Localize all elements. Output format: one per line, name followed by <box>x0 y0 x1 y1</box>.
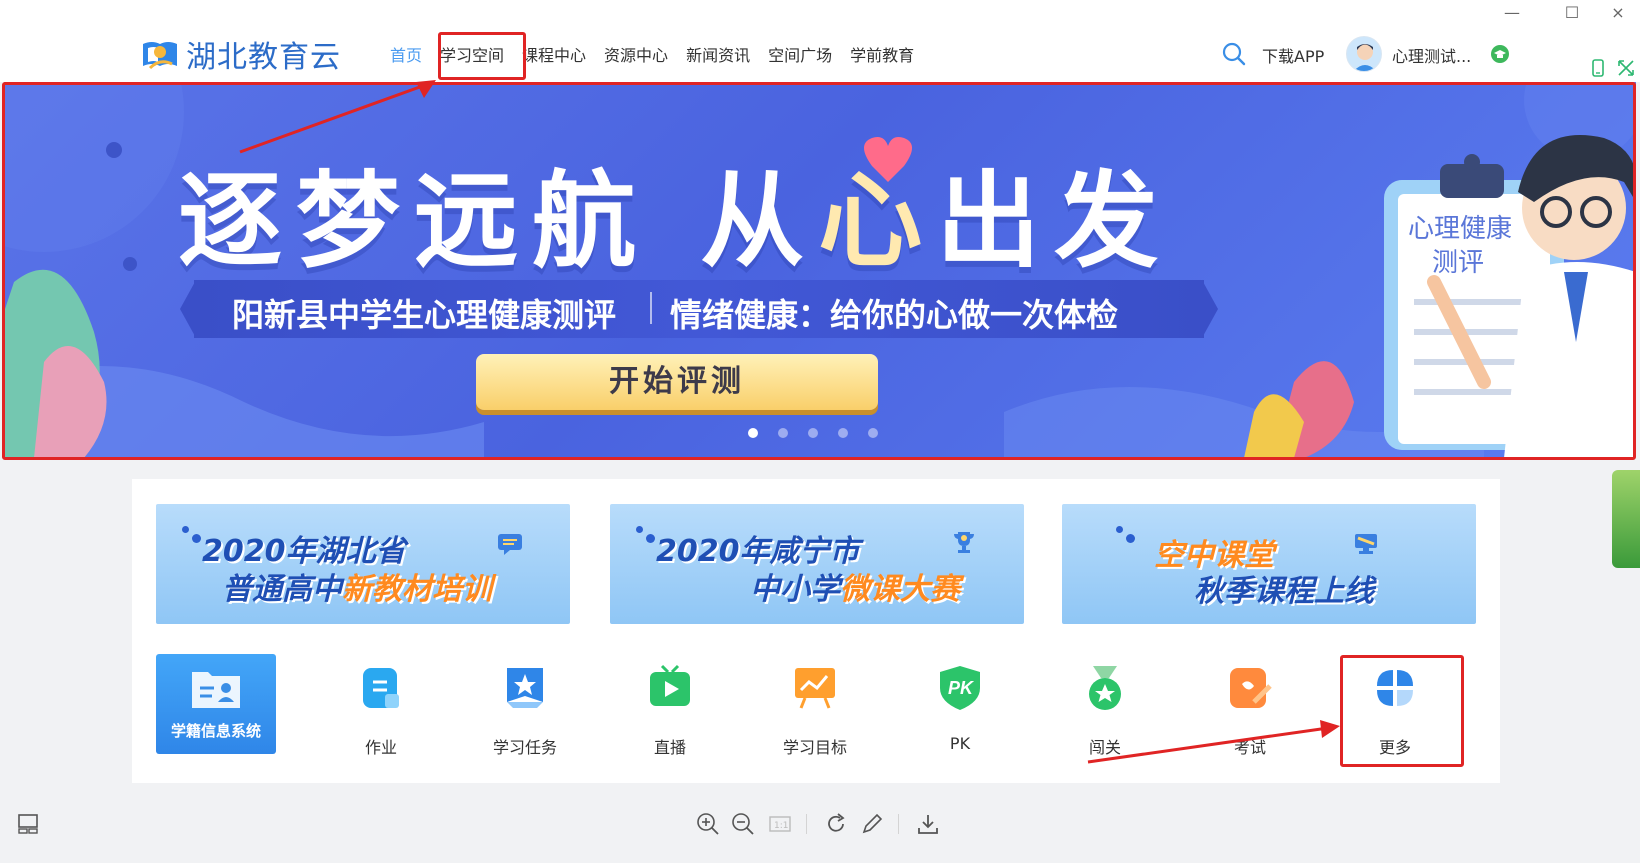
promo-dot <box>1126 534 1135 543</box>
site-logo[interactable]: 湖北教育云 <box>140 34 341 75</box>
promo-dot <box>636 526 643 533</box>
nav-preschool[interactable]: 学前教育 <box>850 42 914 66</box>
trophy-icon <box>954 532 974 553</box>
mobile-view-icon[interactable] <box>1588 58 1608 78</box>
promo1-line2a: 普通高中 <box>222 572 342 607</box>
toolbar-divider <box>898 814 899 834</box>
graduation-cap-icon[interactable] <box>1490 44 1510 64</box>
app-pk[interactable]: PK PK <box>900 656 1020 756</box>
maximize-button[interactable]: ☐ <box>1560 2 1584 24</box>
ribbon-text-left: 阳新县中学生心理健康测评 <box>232 296 617 334</box>
promo-dot <box>646 534 655 543</box>
promo-hubei-training[interactable]: 2020年湖北省 普通高中新教材培训 <box>156 504 570 624</box>
promo1-line2b: 新教材培训 <box>342 572 492 607</box>
rotate-icon[interactable] <box>824 812 848 836</box>
app-learning-goal[interactable]: 学习目标 <box>755 656 875 757</box>
window-titlebar: — ☐ × <box>0 0 1640 26</box>
app-label: 直播 <box>653 738 686 757</box>
clipboard-title: 心理健康 <box>1408 214 1513 244</box>
promo-xianning-contest[interactable]: 2020年咸宁市 中小学微课大赛 <box>610 504 1024 624</box>
logo-book-icon <box>143 42 177 70</box>
thumbnail-panel-icon[interactable] <box>16 812 40 836</box>
app-learning-task[interactable]: 学习任务 <box>465 656 585 757</box>
id-card-icon <box>192 672 240 708</box>
carousel-dot-5[interactable] <box>868 428 878 438</box>
svg-text:1:1: 1:1 <box>774 821 788 831</box>
promo2-line2: 中小学微课大赛 <box>750 564 960 608</box>
carousel-dot-2[interactable] <box>778 428 788 438</box>
minimize-button[interactable]: — <box>1500 2 1524 24</box>
app-label: 学习任务 <box>492 738 557 757</box>
goal-chart-icon <box>795 668 835 709</box>
close-button[interactable]: × <box>1606 2 1630 24</box>
app-label: 学习目标 <box>782 738 847 757</box>
nav-resource-center[interactable]: 资源中心 <box>604 42 668 66</box>
expand-icon[interactable] <box>1616 58 1636 78</box>
nav-course-center[interactable]: 课程中心 <box>522 42 586 66</box>
pk-shield-icon: PK <box>940 666 980 710</box>
medal-icon <box>1089 666 1121 710</box>
carousel-dot-4[interactable] <box>838 428 848 438</box>
app-label: 作业 <box>364 738 397 757</box>
ribbon-right-edge <box>1202 280 1218 338</box>
toolbar-divider <box>806 814 807 834</box>
live-tv-icon <box>650 664 690 706</box>
promo-dot <box>1116 526 1123 533</box>
app-label: 更多 <box>1378 738 1411 757</box>
actual-size-icon[interactable]: 1:1 <box>768 812 792 836</box>
exam-pen-icon <box>1230 668 1272 708</box>
download-icon[interactable] <box>916 812 940 836</box>
edit-pen-icon[interactable] <box>860 812 884 836</box>
clipboard-subtitle: 测评 <box>1432 248 1485 278</box>
slogan-part1: 逐梦远航 从 <box>178 160 819 282</box>
nav-news[interactable]: 新闻资讯 <box>686 42 750 66</box>
promo-air-classroom[interactable]: 空中课堂 秋季课程上线 <box>1062 504 1476 624</box>
annotation-arrow-bottom <box>1087 720 1340 764</box>
slogan-part2: 出发 <box>936 160 1173 282</box>
ribbon-text-right: 情绪健康：给你的心做一次体检 <box>670 296 1119 334</box>
app-label: PK <box>949 734 971 753</box>
annotation-arrow-top <box>239 80 436 154</box>
zoom-out-icon[interactable] <box>731 812 755 836</box>
promo2-line2a: 中小学 <box>750 572 840 607</box>
nav-space-square[interactable]: 空间广场 <box>768 42 832 66</box>
homework-icon <box>363 668 399 708</box>
promo2-line2b: 微课大赛 <box>840 572 960 607</box>
nav-home[interactable]: 首页 <box>390 42 422 66</box>
student-record-system-button[interactable]: 学籍信息系统 <box>156 654 276 754</box>
search-icon[interactable] <box>1222 42 1246 66</box>
ribbon-divider <box>650 292 652 324</box>
download-app-link[interactable]: 下载APP <box>1262 43 1324 67</box>
promo-dot <box>182 526 189 533</box>
app-homework[interactable]: 作业 <box>321 656 441 757</box>
monitor-icon <box>1355 534 1377 554</box>
user-avatar-icon <box>1353 44 1377 71</box>
username[interactable]: 心理测试... <box>1392 43 1471 67</box>
carousel-dot-3[interactable] <box>808 428 818 438</box>
star-task-icon <box>507 668 543 708</box>
floating-widget[interactable] <box>1612 470 1640 568</box>
promo1-line2: 普通高中新教材培训 <box>222 564 492 608</box>
nav-learning-space[interactable]: 学习空间 <box>440 42 504 66</box>
promo-dot <box>192 534 201 543</box>
more-grid-icon <box>1377 670 1413 706</box>
chat-icon <box>498 534 522 555</box>
svg-text:PK: PK <box>948 678 975 698</box>
slogan-heart-char: 心 <box>818 160 937 282</box>
promo3-line2: 秋季课程上线 <box>1194 574 1374 609</box>
app-more[interactable]: 更多 <box>1335 656 1455 757</box>
carousel-dot-1[interactable] <box>748 428 758 438</box>
carousel-dots <box>748 428 898 438</box>
avatar[interactable] <box>1346 36 1382 72</box>
app-live[interactable]: 直播 <box>610 656 730 757</box>
main-nav: 首页 学习空间 课程中心 资源中心 新闻资讯 空间广场 学前教育 <box>390 26 932 82</box>
zoom-in-icon[interactable] <box>696 812 720 836</box>
student-record-label: 学籍信息系统 <box>170 722 261 740</box>
start-assessment-button[interactable]: 开始评测 <box>476 354 878 410</box>
